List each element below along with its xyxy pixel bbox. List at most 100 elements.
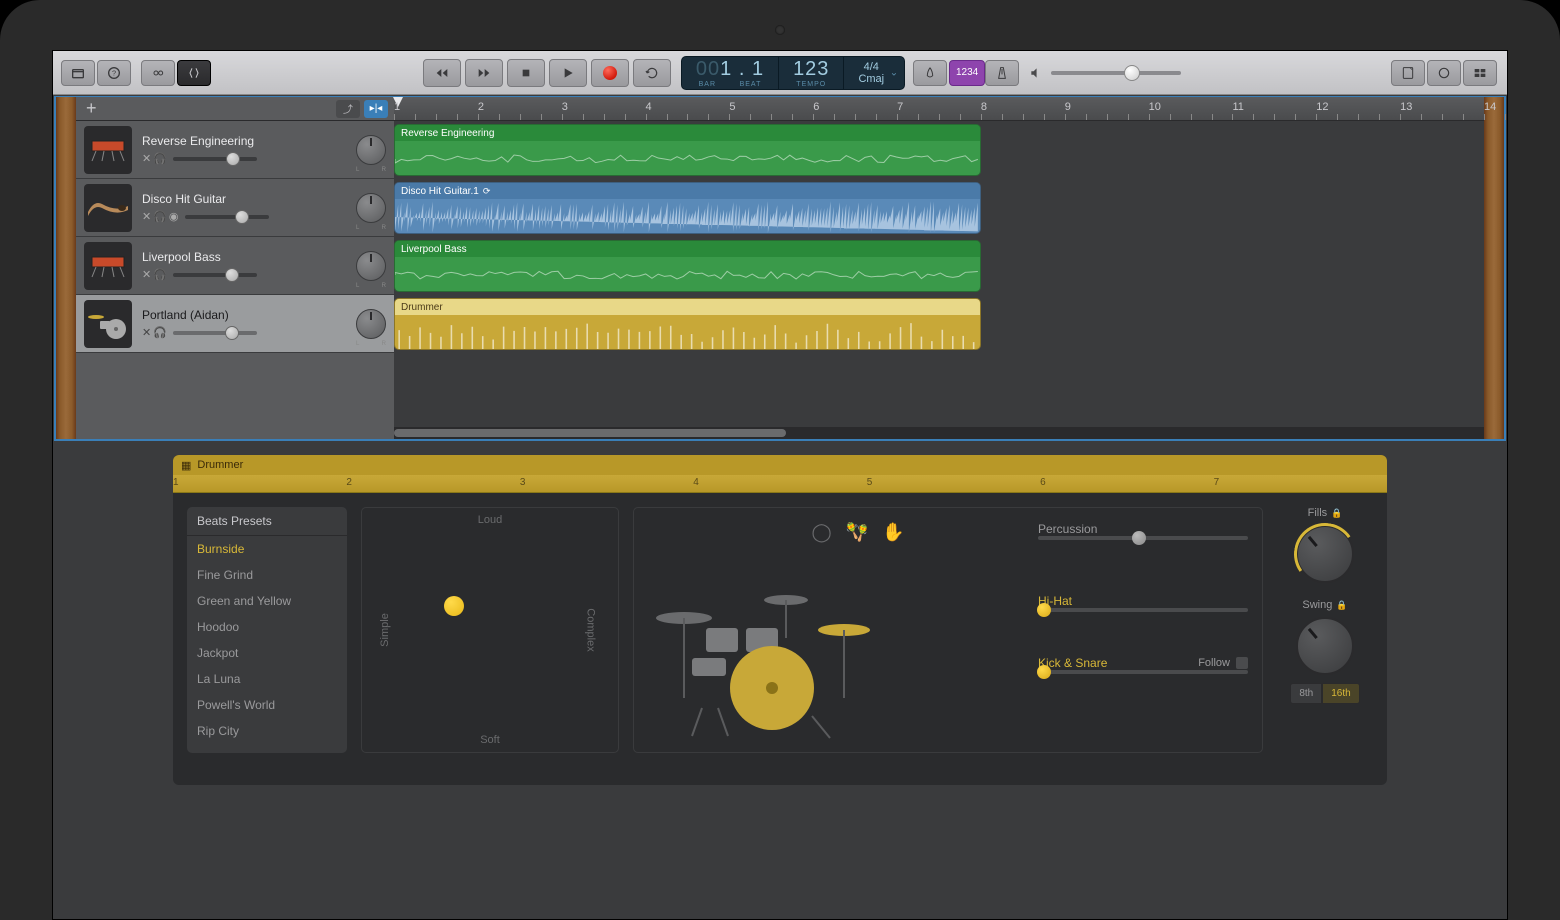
timeline-ruler[interactable]: 1234567891011121314	[394, 97, 1484, 121]
wood-right	[1484, 97, 1504, 439]
preset-item[interactable]: Green and Yellow	[187, 588, 347, 614]
region[interactable]: Liverpool Bass	[394, 240, 981, 292]
wood-left	[56, 97, 76, 439]
media-browser-button[interactable]	[1463, 60, 1497, 86]
region[interactable]: Reverse Engineering	[394, 124, 981, 176]
preset-item[interactable]: La Luna	[187, 666, 347, 692]
preset-item[interactable]: Fine Grind	[187, 562, 347, 588]
key-sig[interactable]: Cmaj	[858, 73, 884, 85]
track-volume-slider[interactable]	[185, 215, 269, 219]
drummer-ruler[interactable]: 12345678	[173, 475, 1387, 493]
tracks-area: + ⤴ ▸|◂ 1234567891011121314	[54, 96, 1506, 441]
tambourine-icon[interactable]: ◯	[812, 522, 832, 543]
track-volume-slider[interactable]	[173, 331, 257, 335]
track-header[interactable]: Portland (Aidan)✕ 🎧LR	[76, 295, 394, 353]
region-inspector-icon[interactable]: ▦	[181, 459, 191, 472]
library-button[interactable]	[61, 60, 95, 86]
tuner-button[interactable]	[913, 60, 947, 86]
ruler-number: 4	[646, 101, 652, 113]
tempo-value[interactable]: 123	[793, 58, 829, 81]
ruler-number: 5	[729, 101, 735, 113]
xy-pad[interactable]: Loud Soft Simple Complex	[361, 507, 619, 753]
catch-playhead-icon[interactable]: ▸|◂	[364, 100, 388, 118]
track-name: Disco Hit Guitar	[142, 192, 346, 206]
track-volume-slider[interactable]	[173, 273, 257, 277]
quick-help-button[interactable]: ?	[97, 60, 131, 86]
ruler-number: 9	[1065, 101, 1071, 113]
preset-item[interactable]: Rip City	[187, 718, 347, 744]
region[interactable]: Drummer	[394, 298, 981, 350]
record-button[interactable]	[591, 59, 629, 87]
metronome-button[interactable]	[985, 60, 1019, 86]
preset-item[interactable]: Powell's World	[187, 692, 347, 718]
editors-button[interactable]	[177, 60, 211, 86]
add-track-button[interactable]: +	[82, 98, 101, 119]
handclap-icon[interactable]: ✋	[882, 522, 904, 543]
solo-button[interactable]: 🎧	[153, 268, 167, 281]
mute-button[interactable]: ✕	[142, 326, 151, 339]
track-name: Reverse Engineering	[142, 134, 346, 148]
ruler-number: 4	[693, 477, 699, 488]
master-volume-slider[interactable]	[1051, 71, 1181, 75]
regions-area[interactable]: Reverse Engineering Disco Hit Guitar.1⟳ Li…	[394, 121, 1484, 439]
track-header[interactable]: Disco Hit Guitar✕ 🎧 ◉LR	[76, 179, 394, 237]
mute-button[interactable]: ✕	[142, 210, 151, 223]
horizontal-scrollbar[interactable]	[394, 427, 1484, 439]
fills-knob[interactable]	[1296, 525, 1354, 583]
eighth-button[interactable]: 8th	[1290, 683, 1322, 704]
solo-button[interactable]: 🎧	[153, 152, 167, 165]
sixteenth-button[interactable]: 16th	[1322, 683, 1359, 704]
hihat-slider[interactable]	[1038, 608, 1248, 612]
preset-item[interactable]: Burnside	[187, 536, 347, 562]
mute-button[interactable]: ✕	[142, 152, 151, 165]
lock-icon[interactable]: 🔒	[1336, 600, 1347, 611]
pan-knob[interactable]	[356, 309, 386, 339]
solo-button[interactable]: 🎧	[153, 326, 167, 339]
region[interactable]: Disco Hit Guitar.1⟳	[394, 182, 981, 234]
pan-knob[interactable]	[356, 193, 386, 223]
smart-controls-button[interactable]	[141, 60, 175, 86]
rewind-button[interactable]	[423, 59, 461, 87]
follow-label: Follow	[1198, 657, 1230, 669]
stop-button[interactable]	[507, 59, 545, 87]
record-icon	[603, 66, 617, 80]
loop-icon: ⟳	[483, 186, 491, 197]
bar-value: 1	[720, 58, 732, 80]
play-button[interactable]	[549, 59, 587, 87]
follow-checkbox[interactable]	[1236, 657, 1248, 669]
mute-button[interactable]: ✕	[142, 268, 151, 281]
input-monitor-button[interactable]: ◉	[169, 210, 179, 223]
ruler-number: 2	[478, 101, 484, 113]
solo-button[interactable]: 🎧	[153, 210, 167, 223]
pan-knob[interactable]	[356, 251, 386, 281]
ruler-number: 7	[897, 101, 903, 113]
cycle-button[interactable]	[633, 59, 671, 87]
time-sig[interactable]: 4/4	[858, 61, 884, 73]
percussion-slider[interactable]	[1038, 536, 1248, 540]
count-in-button[interactable]: 1234	[949, 60, 985, 86]
shaker-icon[interactable]: 🪇	[846, 522, 868, 543]
notepad-button[interactable]	[1391, 60, 1425, 86]
ruler-number: 13	[1400, 101, 1412, 113]
track-volume-slider[interactable]	[173, 157, 257, 161]
chevron-down-icon[interactable]: ⌄	[890, 67, 898, 78]
volume-icon	[1029, 66, 1043, 80]
swing-knob[interactable]	[1296, 617, 1354, 675]
track-header[interactable]: Reverse Engineering✕ 🎧LR	[76, 121, 394, 179]
ruler-number: 11	[1232, 101, 1243, 113]
preset-item[interactable]: Hoodoo	[187, 614, 347, 640]
preset-item[interactable]: Jackpot	[187, 640, 347, 666]
ruler-number: 10	[1149, 101, 1161, 113]
ruler-number: 5	[867, 477, 873, 488]
pan-knob[interactable]	[356, 135, 386, 165]
drummer-editor: ▦ Drummer 12345678 Beats Presets Burnsid…	[173, 455, 1387, 785]
lcd-display[interactable]: 001 . 1 BAR BEAT 123 TEMPO 4/4 Cmaj ⌄	[681, 56, 905, 90]
drum-kit-graphic[interactable]	[654, 558, 874, 748]
lock-icon[interactable]: 🔒	[1331, 508, 1342, 519]
automation-icon[interactable]: ⤴	[336, 100, 360, 118]
loop-browser-button[interactable]	[1427, 60, 1461, 86]
kicksnare-slider[interactable]	[1038, 670, 1248, 674]
xy-puck[interactable]	[444, 596, 464, 616]
forward-button[interactable]	[465, 59, 503, 87]
track-header[interactable]: Liverpool Bass✕ 🎧LR	[76, 237, 394, 295]
